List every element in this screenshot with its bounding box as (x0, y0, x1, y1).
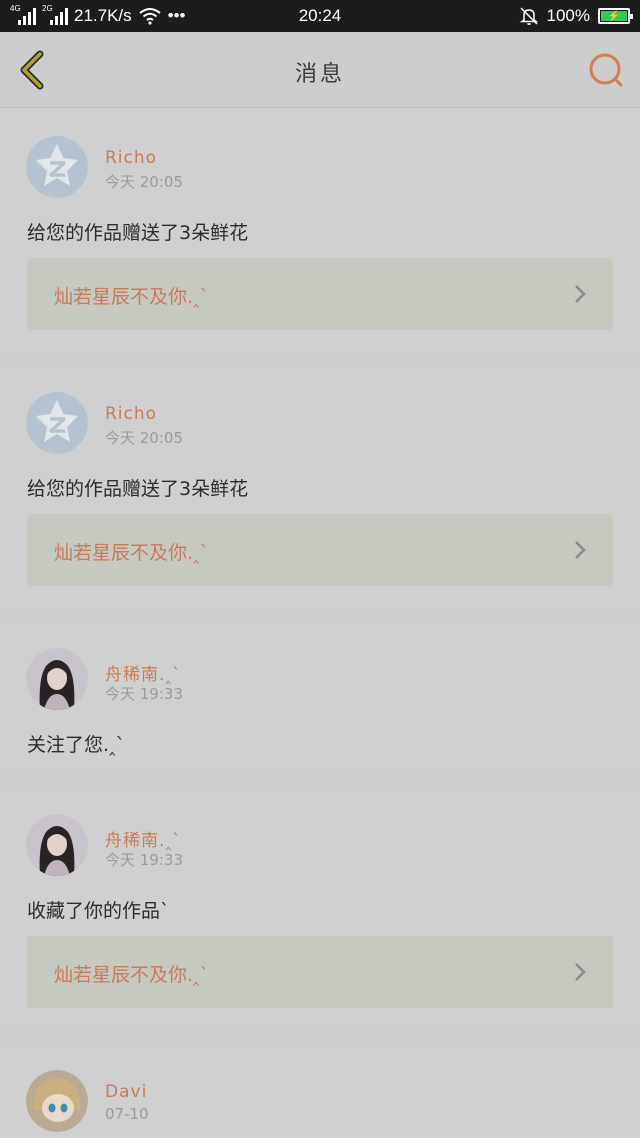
wifi-icon (139, 8, 161, 25)
message-text: 收藏了你的作品` (27, 900, 170, 922)
mute-bell-icon (519, 7, 538, 25)
network-speed: 21.7K/s (74, 6, 132, 25)
work-title: 灿若星辰不及你.‸` (54, 286, 209, 308)
chevron-right-icon (575, 963, 586, 981)
message-text: 关注了您.‸` (27, 734, 125, 756)
user-photo-icon (26, 814, 88, 876)
battery-icon: ⚡ (598, 8, 633, 24)
avatar[interactable] (26, 392, 88, 454)
user-photo-icon (26, 648, 88, 710)
status-bar: 4G 2G 21.7K/s ••• 20:24 100% ⚡ (0, 0, 640, 32)
more-status-icon: ••• (167, 6, 186, 25)
message-time: 今天 20:05 (105, 173, 183, 191)
message-card: Davi 07-10 (0, 1044, 640, 1138)
work-link[interactable]: 灿若星辰不及你.‸` (27, 258, 613, 330)
message-time: 今天 19:33 (105, 851, 183, 869)
work-link[interactable]: 灿若星辰不及你.‸` (27, 936, 613, 1008)
signal-2g-icon: 2G (42, 4, 68, 25)
message-text: 给您的作品赠送了3朵鲜花 (27, 222, 249, 244)
page-title: 消息 (294, 62, 345, 87)
message-card: Richo 今天 20:05 给您的作品赠送了3朵鲜花 灿若星辰不及你.‸` (0, 366, 640, 606)
username[interactable]: Richo (105, 404, 157, 424)
message-card: 舟稀南.‸` 今天 19:33 收藏了你的作品` 灿若星辰不及你.‸` (0, 788, 640, 1028)
message-list: Richo 今天 20:05 给您的作品赠送了3朵鲜花 灿若星辰不及你.‸` R… (0, 110, 640, 1138)
avatar[interactable] (26, 136, 88, 198)
signal-4g-icon: 4G (10, 4, 36, 25)
message-time: 07-10 (105, 1105, 149, 1123)
nav-bar: 消息 (0, 32, 640, 108)
search-icon[interactable] (586, 50, 626, 90)
network-type-2: 2G (42, 4, 53, 13)
username[interactable]: 舟稀南.‸` (105, 826, 182, 851)
chevron-right-icon (575, 541, 586, 559)
work-title: 灿若星辰不及你.‸` (54, 964, 209, 986)
message-time: 今天 19:33 (105, 685, 183, 703)
work-link[interactable]: 灿若星辰不及你.‸` (27, 514, 613, 586)
qzone-star-icon (26, 136, 88, 198)
message-card: Richo 今天 20:05 给您的作品赠送了3朵鲜花 灿若星辰不及你.‸` (0, 110, 640, 350)
network-type-1: 4G (10, 4, 21, 13)
username[interactable]: 舟稀南.‸` (105, 660, 182, 685)
qzone-star-icon (26, 392, 88, 454)
status-left: 4G 2G 21.7K/s ••• (10, 4, 186, 26)
avatar[interactable] (26, 648, 88, 710)
message-card: 舟稀南.‸` 今天 19:33 关注了您.‸` (0, 622, 640, 772)
avatar[interactable] (26, 1070, 88, 1132)
chevron-right-icon (575, 285, 586, 303)
anime-avatar-icon (26, 1070, 88, 1132)
message-time: 今天 20:05 (105, 429, 183, 447)
work-title: 灿若星辰不及你.‸` (54, 542, 209, 564)
battery-percent: 100% (546, 6, 590, 25)
avatar[interactable] (26, 814, 88, 876)
username[interactable]: Davi (105, 1082, 147, 1102)
username[interactable]: Richo (105, 148, 157, 168)
status-right: 100% ⚡ (519, 6, 633, 26)
message-text: 给您的作品赠送了3朵鲜花 (27, 478, 249, 500)
